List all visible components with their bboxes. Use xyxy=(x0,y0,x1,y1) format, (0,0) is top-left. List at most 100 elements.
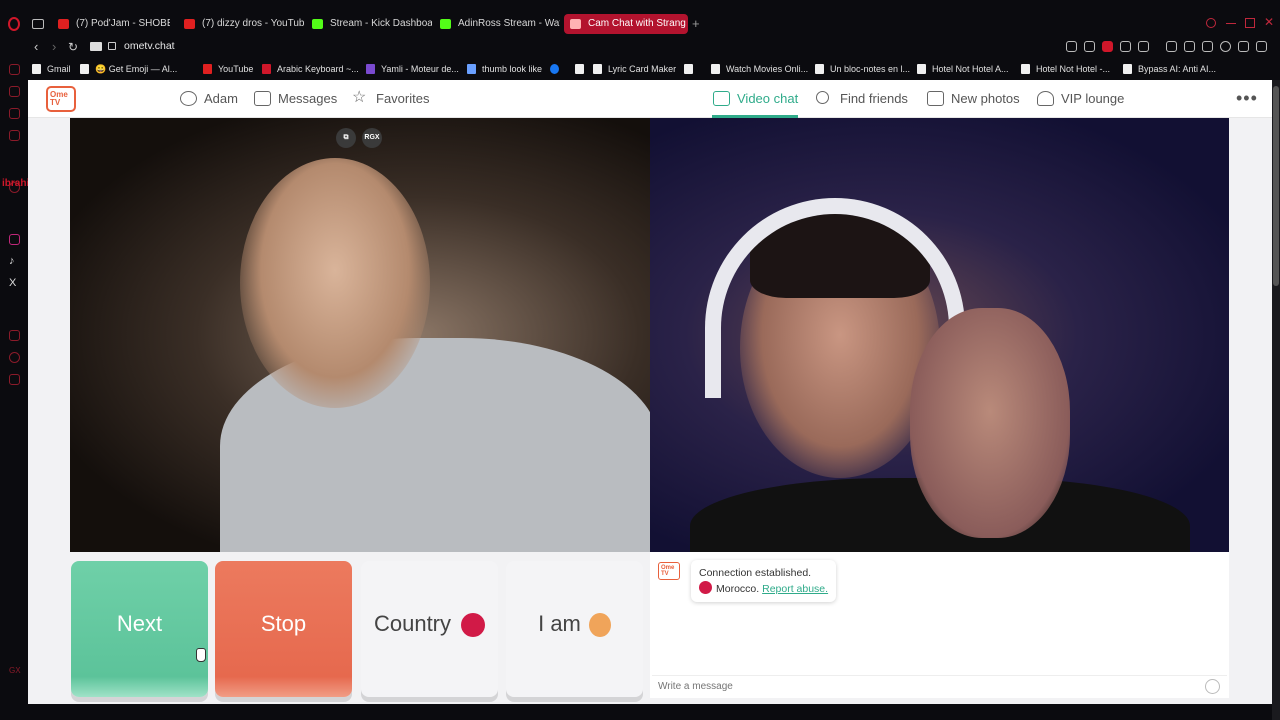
history-icon[interactable] xyxy=(9,352,20,363)
new-tab-button[interactable]: + xyxy=(692,14,700,34)
ai-icon[interactable] xyxy=(1184,41,1195,52)
browser-sidebar: ♪ X GX xyxy=(0,58,28,720)
envelope-icon xyxy=(254,91,271,106)
player-icon[interactable] xyxy=(1120,41,1131,52)
star-icon xyxy=(467,64,476,74)
heart-icon[interactable] xyxy=(1138,41,1149,52)
report-abuse-link[interactable]: Report abuse. xyxy=(762,583,828,595)
flag-icon xyxy=(461,613,486,638)
minimize-icon[interactable] xyxy=(1226,18,1236,24)
browser-tab[interactable]: (7) dizzy dros - YouTube xyxy=(178,14,304,34)
bookmark-item[interactable]: thumb look like xyxy=(467,61,542,77)
tiktok-icon[interactable]: ♪ xyxy=(9,256,20,267)
reload-icon[interactable]: ↻ xyxy=(68,38,78,56)
lock-icon xyxy=(108,42,116,50)
nav-favorites[interactable]: ☆ Favorites xyxy=(352,90,429,108)
tab-overview-icon[interactable] xyxy=(32,19,44,29)
bookmark-item[interactable]: Bypass AI: Anti AI... xyxy=(1123,61,1216,77)
youtube-icon xyxy=(203,64,212,74)
browser-tab-active[interactable]: Cam Chat with Strang xyxy=(564,14,688,34)
bookmark-item[interactable]: 😀 Get Emoji — Al... xyxy=(80,61,177,77)
bookmark-item[interactable] xyxy=(550,61,565,77)
bookmark-item[interactable]: YouTube xyxy=(203,61,253,77)
screenshot-icon[interactable] xyxy=(1084,41,1095,52)
nav-messages[interactable]: Messages xyxy=(254,90,337,108)
pinboard-icon[interactable] xyxy=(9,330,20,341)
chat-panel: Ome TV Connection established. Morocco. … xyxy=(650,552,1229,698)
aria-icon[interactable] xyxy=(9,86,20,97)
boy-emoji-icon xyxy=(588,613,611,638)
report-video-button[interactable]: RGX xyxy=(362,128,382,148)
search-tabs-icon[interactable] xyxy=(1206,18,1216,28)
nav-find-friends[interactable]: Find friends xyxy=(816,90,908,108)
photo-icon xyxy=(927,91,944,106)
x-icon[interactable]: X xyxy=(9,278,20,289)
ometv-page: Ome TV Adam Messages ☆ Favorites Video ch… xyxy=(28,80,1272,704)
gx-icon[interactable]: GX xyxy=(9,666,21,677)
maximize-icon[interactable] xyxy=(1245,18,1255,28)
page-icon xyxy=(80,64,89,74)
nav-new-photos[interactable]: New photos xyxy=(927,90,1020,108)
browser-tab[interactable]: Stream - Kick Dashboard xyxy=(306,14,432,34)
page-icon xyxy=(711,64,720,74)
ometv-chat-logo: Ome TV xyxy=(658,562,680,580)
extensions-icon[interactable] xyxy=(1202,41,1213,52)
opera-logo-icon[interactable] xyxy=(8,17,20,31)
downloads-icon[interactable] xyxy=(9,374,20,385)
star-icon: ☆ xyxy=(352,89,367,106)
snapshot-icon[interactable] xyxy=(1066,41,1077,52)
gender-button[interactable]: I am xyxy=(506,561,643,697)
camera-icon xyxy=(90,42,102,51)
browser-tab-bar: (7) Pod'Jam - SHOBEE x (7) dizzy dros - … xyxy=(0,0,1280,36)
switch-camera-icon[interactable]: ⧉ xyxy=(336,128,356,148)
instagram-icon[interactable] xyxy=(9,234,20,245)
vip-badge-icon xyxy=(1037,91,1054,106)
emoji-picker-icon[interactable] xyxy=(1205,679,1220,694)
stop-button[interactable]: Stop xyxy=(215,561,352,697)
ometv-icon xyxy=(570,19,581,29)
site-header: Ome TV Adam Messages ☆ Favorites Video ch… xyxy=(28,80,1272,118)
country-button[interactable]: Country xyxy=(361,561,498,697)
video-chat-icon xyxy=(713,91,730,106)
download-icon[interactable] xyxy=(1238,41,1249,52)
bookmark-item[interactable]: Yamli - Moteur de... xyxy=(366,61,459,77)
nav-vip-lounge[interactable]: VIP lounge xyxy=(1037,90,1124,108)
scrollbar-thumb[interactable] xyxy=(1273,86,1279,286)
system-message: Connection established. Morocco. Report … xyxy=(691,560,837,602)
bookmark-item[interactable]: Hotel Not Hotel A... xyxy=(917,61,1009,77)
bookmark-item[interactable]: Gmail xyxy=(32,61,71,77)
bookmark-item[interactable]: Un bloc-notes en l... xyxy=(815,61,910,77)
more-menu-icon[interactable]: ••• xyxy=(1236,88,1258,109)
forward-icon[interactable]: › xyxy=(52,38,56,56)
bookmark-item[interactable] xyxy=(684,61,699,77)
bookmark-item[interactable]: Hotel Not Hotel -... xyxy=(1021,61,1110,77)
facebook-icon xyxy=(550,64,559,74)
mouse-cursor-icon xyxy=(196,648,206,662)
back-icon[interactable]: ‹ xyxy=(34,38,38,56)
message-input[interactable] xyxy=(652,675,1227,697)
bookmark-item[interactable]: Arabic Keyboard ~... xyxy=(262,61,359,77)
browser-tab[interactable]: AdinRoss Stream - Watch xyxy=(434,14,560,34)
bookmark-item[interactable]: Lyric Card Maker xyxy=(593,61,676,77)
bookmark-item[interactable] xyxy=(575,61,590,77)
youtube-icon xyxy=(184,19,195,29)
close-window-icon[interactable]: ✕ xyxy=(1264,16,1274,28)
whatsapp-icon[interactable] xyxy=(9,130,20,141)
browser-tab[interactable]: (7) Pod'Jam - SHOBEE x xyxy=(52,14,170,34)
page-icon xyxy=(1123,64,1132,74)
menu-icon[interactable] xyxy=(1256,41,1267,52)
speed-dial-icon[interactable] xyxy=(9,64,20,75)
page-scrollbar[interactable] xyxy=(1272,80,1280,720)
user-avatar-icon xyxy=(180,91,197,106)
next-button[interactable]: Next xyxy=(71,561,208,697)
adblock-shield-icon[interactable] xyxy=(1102,41,1113,52)
bookmark-item[interactable]: Watch Movies Onli... xyxy=(711,61,808,77)
mute-icon[interactable] xyxy=(1166,41,1177,52)
ometv-logo[interactable]: Ome TV xyxy=(46,86,76,112)
messenger-icon[interactable] xyxy=(9,108,20,119)
profile-icon[interactable] xyxy=(1220,41,1231,52)
nav-profile[interactable]: Adam xyxy=(180,90,238,108)
url-field[interactable]: ometv.chat xyxy=(124,40,175,52)
page-icon xyxy=(917,64,926,74)
nav-video-chat[interactable]: Video chat xyxy=(713,90,798,108)
